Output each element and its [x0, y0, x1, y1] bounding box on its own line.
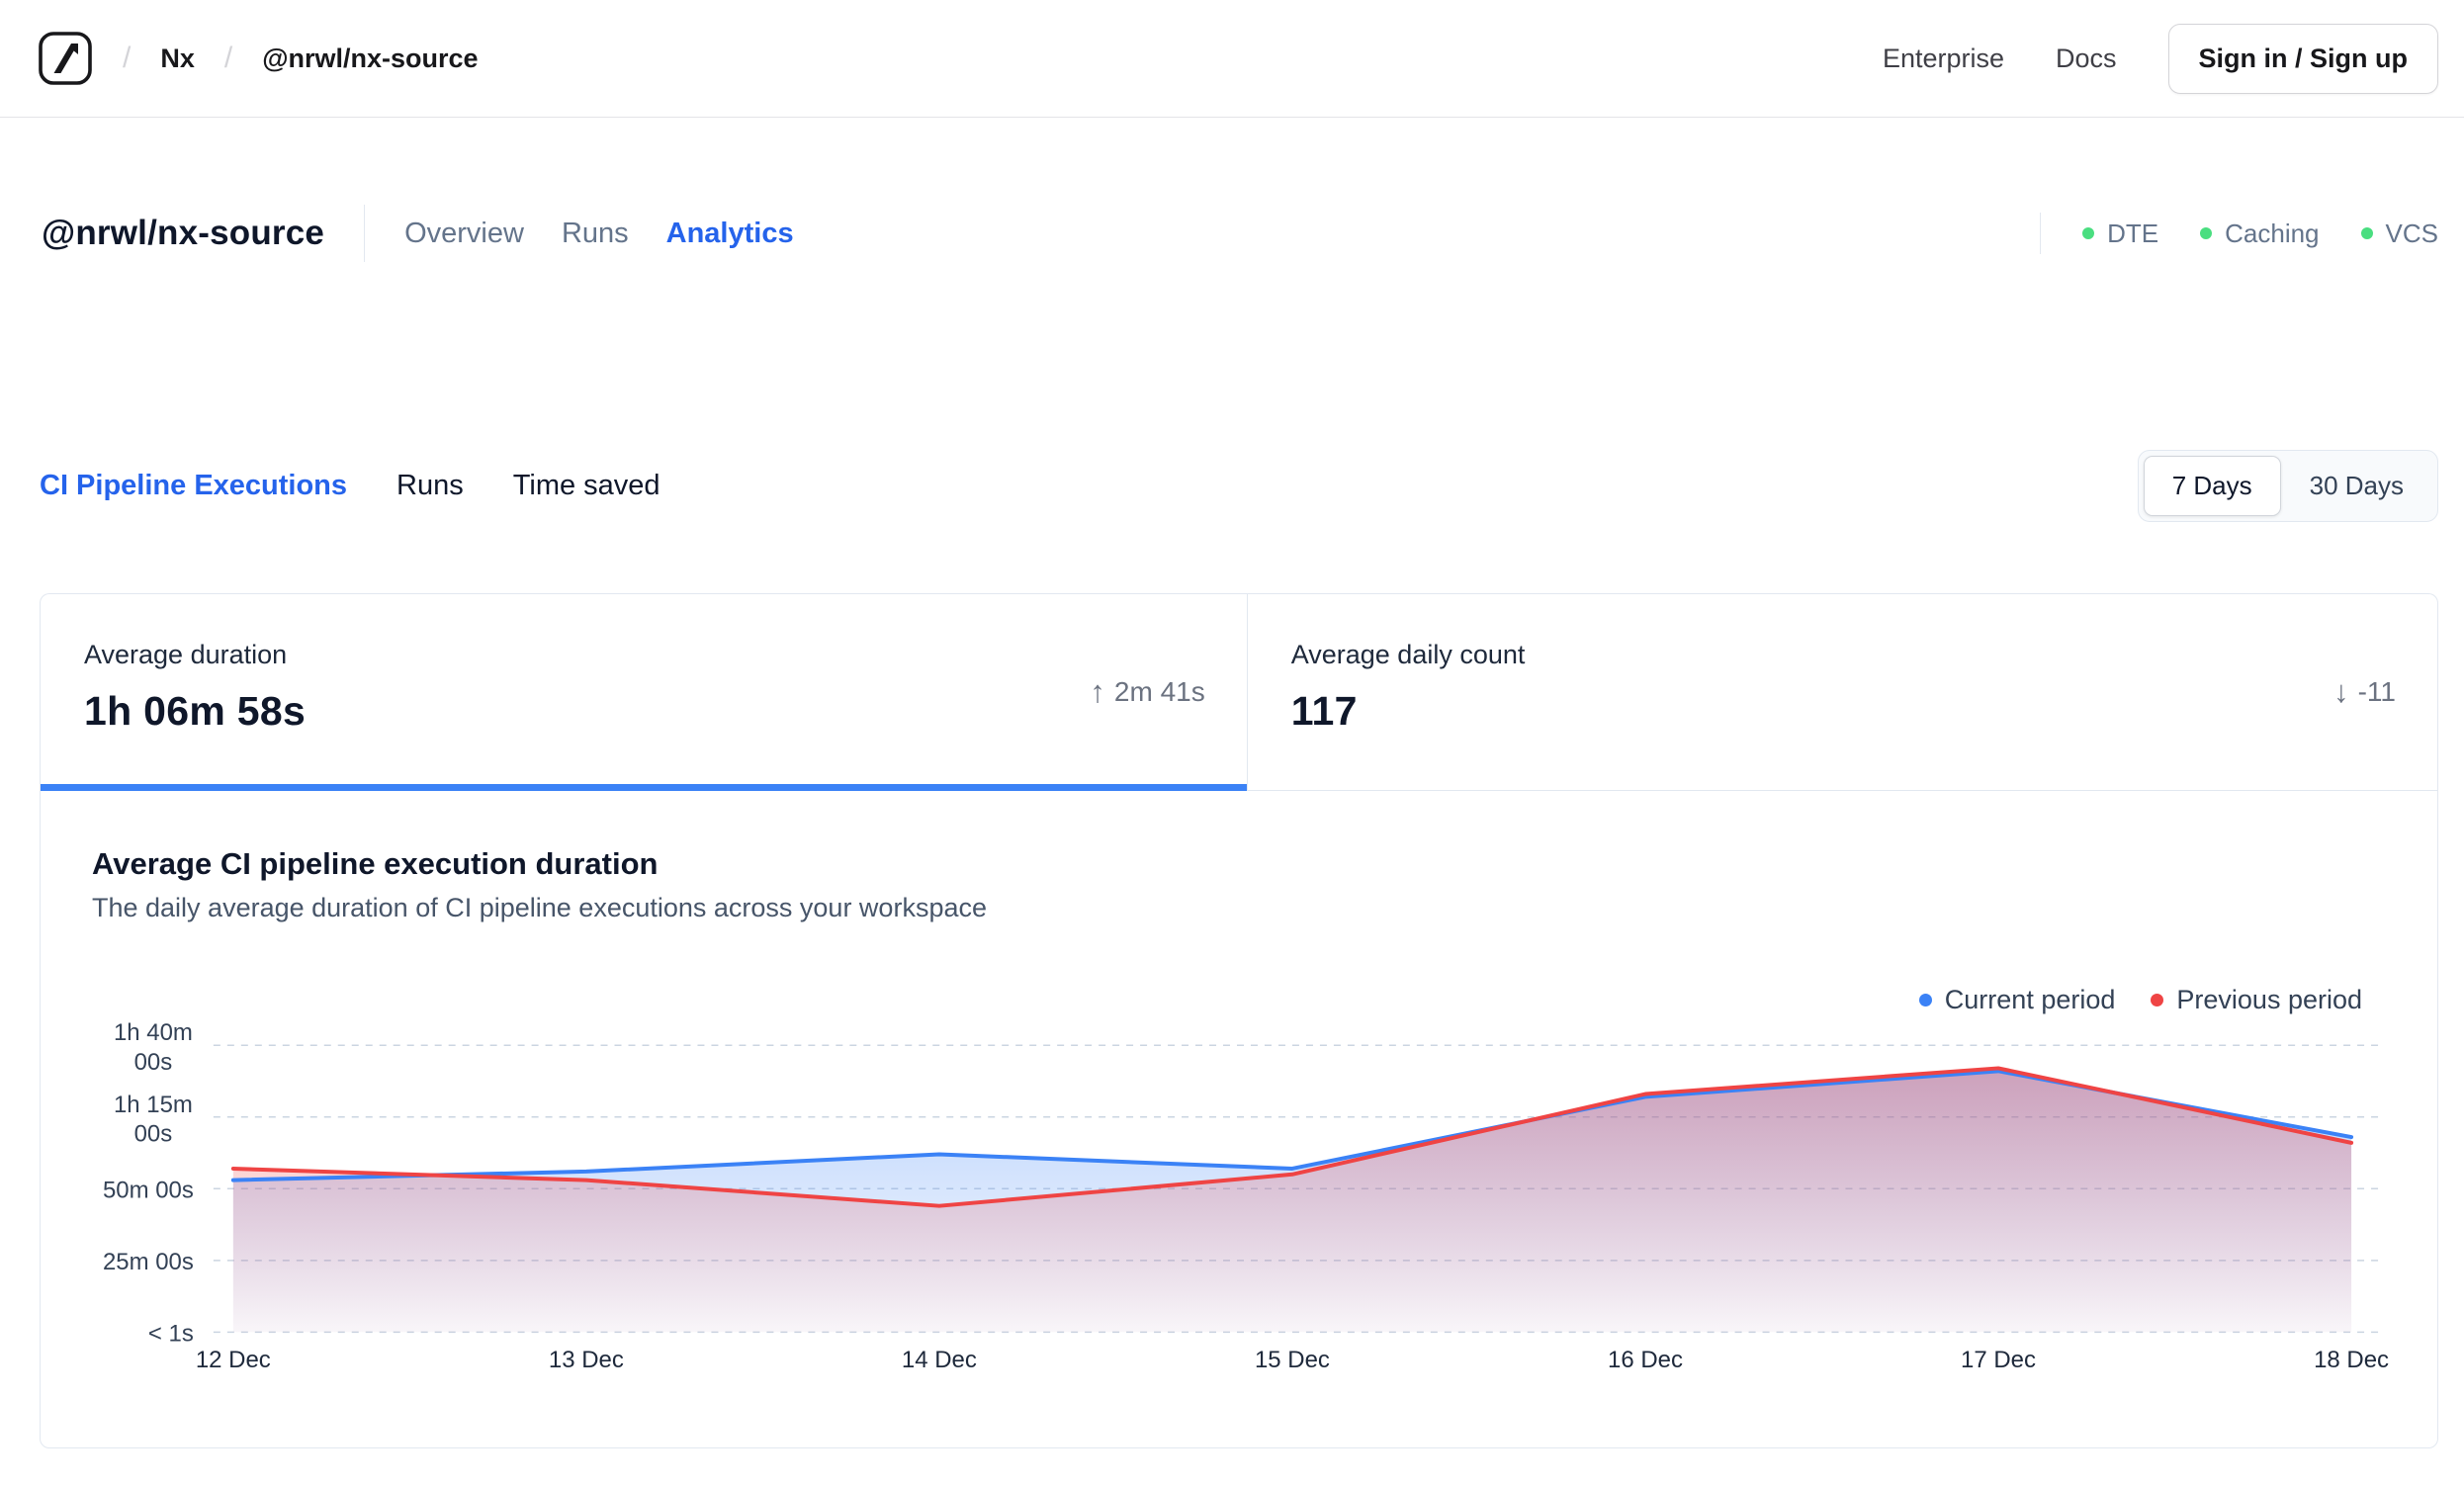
x-axis-label: 16 Dec — [1608, 1347, 1683, 1373]
legend-label: Previous period — [2176, 985, 2362, 1014]
stat-value: 1h 06m 58s — [84, 688, 307, 734]
x-axis-label: 17 Dec — [1961, 1347, 2036, 1373]
legend-previous-period: Previous period — [2151, 985, 2362, 1015]
stat-cards: Average duration 1h 06m 58s ↑ 2m 41s Ave… — [40, 593, 2438, 791]
x-axis-label: 14 Dec — [902, 1347, 977, 1373]
x-axis-label: 13 Dec — [549, 1347, 624, 1373]
status-dte: DTE — [2082, 219, 2158, 249]
chart-header: Average CI pipeline execution duration T… — [41, 791, 2437, 923]
x-axis-label: 15 Dec — [1255, 1347, 1330, 1373]
y-axis-label: 1h 40m — [114, 1019, 193, 1046]
enterprise-link[interactable]: Enterprise — [1883, 44, 2004, 74]
y-axis-label: 00s — [134, 1049, 173, 1076]
tab-analytics[interactable]: Analytics — [666, 218, 794, 250]
status-label: DTE — [2107, 218, 2159, 248]
workspace-title: @nrwl/nx-source — [42, 214, 325, 252]
legend-label: Current period — [1944, 985, 2116, 1014]
chart-subtitle: The daily average duration of CI pipelin… — [92, 893, 987, 922]
arrow-up-icon: ↑ — [1090, 674, 1105, 709]
stat-delta: ↓ -11 — [2333, 674, 2396, 710]
stat-label: Average duration — [84, 640, 288, 669]
breadcrumb-org-link[interactable]: Nx — [160, 44, 195, 74]
breadcrumb-separator: / — [123, 42, 132, 74]
workspace-tabs: Overview Runs Analytics — [404, 218, 794, 250]
analytics-tab-row: CI Pipeline Executions Runs Time saved 7… — [40, 450, 2438, 522]
top-navbar: / Nx / @nrwl/nx-source Enterprise Docs S… — [0, 0, 2464, 118]
legend-dot-icon — [2151, 994, 2164, 1006]
status-caching: Caching — [2200, 218, 2320, 249]
green-dot-icon — [2200, 227, 2213, 239]
status-vcs: VCS — [2360, 218, 2438, 249]
x-axis-label: 12 Dec — [196, 1347, 271, 1373]
workspace-status-group: DTE Caching VCS — [2040, 213, 2438, 254]
docs-link[interactable]: Docs — [2056, 44, 2117, 74]
date-range-toggle: 7 Days 30 Days — [2137, 450, 2438, 522]
sign-in-button[interactable]: Sign in / Sign up — [2167, 23, 2438, 94]
chart-title: Average CI pipeline execution duration — [92, 846, 659, 881]
stat-label: Average daily count — [1290, 640, 1526, 669]
stat-value: 117 — [1290, 688, 1358, 734]
tab-runs[interactable]: Runs — [562, 218, 629, 250]
y-axis-label: < 1s — [148, 1320, 194, 1347]
stat-card-average-duration[interactable]: Average duration 1h 06m 58s ↑ 2m 41s — [41, 594, 1248, 791]
y-axis-label: 25m 00s — [103, 1249, 194, 1275]
tab-ci-pipeline-executions[interactable]: CI Pipeline Executions — [40, 470, 347, 502]
y-axis-label: 1h 15m — [114, 1092, 193, 1118]
range-30-days[interactable]: 30 Days — [2281, 456, 2432, 516]
chart-panel: < 1s 25m 00s 50m 00s 1h 15m 00s 1h 40m 00s 12 D… — [40, 790, 2438, 1448]
status-label: Caching — [2225, 218, 2320, 248]
header-divider — [364, 205, 366, 262]
range-7-days[interactable]: 7 Days — [2143, 456, 2281, 516]
breadcrumb-repo-link[interactable]: @nrwl/nx-source — [262, 44, 478, 74]
tab-overview[interactable]: Overview — [404, 218, 524, 250]
stat-delta: ↑ 2m 41s — [1090, 674, 1204, 710]
green-dot-icon — [2360, 227, 2373, 239]
status-label: VCS — [2385, 218, 2438, 248]
y-axis-label: 00s — [134, 1121, 173, 1148]
arrow-down-icon: ↓ — [2333, 674, 2349, 709]
tab-time-saved[interactable]: Time saved — [513, 470, 660, 502]
stat-delta-value: -11 — [2357, 676, 2396, 707]
y-axis-label: 50m 00s — [103, 1177, 194, 1203]
workspace-header-left: @nrwl/nx-source Overview Runs Analytics — [42, 205, 794, 262]
green-dot-icon — [2082, 227, 2095, 239]
breadcrumb: / Nx / @nrwl/nx-source — [38, 31, 479, 86]
legend-current-period: Current period — [1918, 985, 2116, 1015]
stat-delta-value: 2m 41s — [1113, 676, 1205, 707]
legend-dot-icon — [1918, 994, 1932, 1006]
nx-cloud-logo-icon[interactable] — [38, 31, 93, 86]
status-divider — [2040, 213, 2042, 254]
nx-cloud-analytics-page: / Nx / @nrwl/nx-source Enterprise Docs S… — [0, 0, 2464, 1487]
navbar-actions: Enterprise Docs Sign in / Sign up — [1883, 23, 2438, 94]
stat-card-average-daily-count[interactable]: Average daily count 117 ↓ -11 — [1248, 594, 2437, 790]
tab-analytics-runs[interactable]: Runs — [396, 470, 464, 502]
previous-period-area — [232, 1068, 2352, 1333]
workspace-header: @nrwl/nx-source Overview Runs Analytics … — [42, 205, 2438, 262]
x-axis-label: 18 Dec — [2314, 1347, 2389, 1373]
analytics-tabs: CI Pipeline Executions Runs Time saved — [40, 470, 660, 502]
chart-legend: Current period Previous period — [1918, 985, 2362, 1015]
breadcrumb-separator: / — [223, 42, 233, 74]
